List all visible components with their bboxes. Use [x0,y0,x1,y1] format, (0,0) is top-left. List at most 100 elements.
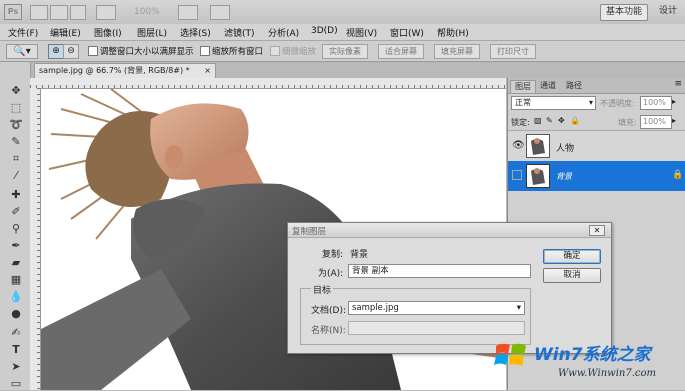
panel-tab-bar: 图层 通道 路径 ≡ [508,78,685,94]
close-icon[interactable]: ✕ [589,225,605,236]
blend-mode-select[interactable]: 正常 ▾ [511,96,596,110]
name-label: 名称(N): [311,326,346,336]
copy-value: 背景 [350,250,369,260]
tool-preset-picker[interactable]: 🔍▾ [6,44,38,59]
resize-windows-checkbox[interactable] [88,46,98,56]
photoshop-logo: Ps [4,4,22,20]
screen-mode-icon[interactable] [210,5,230,20]
menu-window[interactable]: 窗口(W) [390,26,424,39]
close-tab-icon[interactable]: × [204,64,211,78]
menu-select[interactable]: 选择(S) [180,26,211,39]
zoom-all-windows-checkbox[interactable] [200,46,210,56]
watermark: Win7系统之家 Www.Winwin7.com [488,334,685,390]
workspace-design-button[interactable]: 设计 [654,4,682,19]
arrange-documents-icon[interactable] [178,5,198,20]
layer-thumbnail [526,164,550,188]
gradient-tool-icon[interactable]: ▦ [9,273,23,287]
brush-tool-icon[interactable]: ✐ [9,205,23,219]
zoom-level[interactable]: 100% [134,7,160,17]
scrubby-zoom-checkbox[interactable] [270,46,280,56]
hand-icon[interactable] [70,5,86,20]
layer-name-input[interactable]: 背景 副本 [348,264,531,278]
document-select-value: sample.jpg [352,303,399,313]
application-bar: Ps 100% 基本功能 设计 [0,0,685,25]
fill-screen-button[interactable]: 填充屏幕 [434,44,480,59]
lock-icon: 🔒 [672,170,684,180]
tab-channels[interactable]: 通道 [536,80,560,92]
type-tool-icon[interactable]: T [9,343,23,357]
fill-input[interactable]: 100% [640,115,672,129]
lock-transparency-icon[interactable]: ▨ [534,116,542,125]
resize-windows-label: 调整窗口大小以满屏显示 [100,47,194,57]
options-bar: 🔍▾ ⊕ ⊖ 调整窗口大小以满屏显示 缩放所有窗口 细微缩放 实际像素 适合屏幕… [0,41,685,62]
move-tool-icon[interactable]: ✥ [9,84,23,98]
dialog-titlebar[interactable]: 复制图层 ✕ [288,223,611,238]
lock-pixels-icon[interactable]: ✎ [546,116,553,125]
menu-view[interactable]: 视图(V) [346,26,377,39]
opacity-arrow-icon[interactable]: ▸ [672,97,676,106]
blend-mode-value: 正常 [515,98,531,107]
menu-help[interactable]: 帮助(H) [437,26,469,39]
crop-tool-icon[interactable]: ⌗ [9,152,23,166]
bridge-icon[interactable] [30,5,48,20]
clone-stamp-tool-icon[interactable]: ⚲ [9,222,23,236]
vertical-ruler[interactable] [30,88,41,390]
watermark-url: Www.Winwin7.com [558,368,656,379]
menu-edit[interactable]: 编辑(E) [50,26,81,39]
zoom-in-icon[interactable]: ⊕ [48,44,64,59]
windows-logo-icon [494,343,526,366]
menu-analysis[interactable]: 分析(A) [268,26,299,39]
actual-pixels-button[interactable]: 实际像素 [322,44,368,59]
visibility-toggle[interactable] [512,170,522,180]
shape-tool-icon[interactable]: ▭ [9,377,23,391]
document-select[interactable]: sample.jpg ▾ [348,301,525,315]
opacity-input[interactable]: 100% [640,96,672,110]
panel-menu-icon[interactable]: ≡ [674,79,682,89]
pen-tool-icon[interactable]: ✍ [9,326,23,340]
document-label: 文档(D): [311,306,346,316]
lock-position-icon[interactable]: ✥ [558,116,565,125]
menu-layer[interactable]: 图层(L) [137,26,167,39]
mini-bridge-icon[interactable] [50,5,68,20]
blur-tool-icon[interactable]: 💧 [9,290,23,304]
layer-name[interactable]: 人物 [556,141,574,154]
layer-row[interactable]: 背景 🔒 [508,161,685,191]
horizontal-ruler[interactable] [30,78,506,89]
dodge-tool-icon[interactable]: ● [9,307,23,321]
eraser-tool-icon[interactable]: ▰ [9,256,23,270]
print-size-button[interactable]: 打印尺寸 [490,44,536,59]
fill-arrow-icon[interactable]: ▸ [672,116,676,125]
eyedropper-tool-icon[interactable]: ⁄ [9,169,23,183]
layer-name[interactable]: 背景 [556,171,572,182]
menu-3d[interactable]: 3D(D) [311,26,338,36]
tab-paths[interactable]: 路径 [562,80,586,92]
opacity-label: 不透明度: [600,99,635,108]
lock-all-icon[interactable]: 🔒 [570,116,580,125]
ok-button[interactable]: 确定 [543,249,601,264]
document-tab-label: sample.jpg @ 66.7% (背景, RGB/8#) * [39,66,190,75]
path-selection-tool-icon[interactable]: ➤ [9,360,23,374]
workspace-essentials-button[interactable]: 基本功能 [600,4,649,21]
lasso-tool-icon[interactable]: ➰ [9,118,23,132]
dialog-title: 复制图层 [292,227,327,237]
view-extras-icon[interactable] [96,5,116,20]
fill-label: 填充: [618,118,637,127]
chevron-down-icon: ▾ [516,303,521,313]
healing-brush-tool-icon[interactable]: ✚ [9,188,23,202]
name-input[interactable] [348,321,525,335]
layer-row[interactable]: 👁 人物 [508,130,685,162]
copy-label: 复制: [322,250,344,260]
menu-file[interactable]: 文件(F) [8,26,38,39]
marquee-tool-icon[interactable]: ⬚ [9,101,23,115]
menu-image[interactable]: 图像(I) [94,26,122,39]
eye-icon[interactable]: 👁 [512,140,525,151]
cancel-button[interactable]: 取消 [543,268,601,283]
history-brush-tool-icon[interactable]: ✒ [9,239,23,253]
menu-filter[interactable]: 滤镜(T) [224,26,255,39]
zoom-out-icon[interactable]: ⊖ [63,44,79,59]
tab-layers[interactable]: 图层 [510,80,536,93]
fit-screen-button[interactable]: 适合屏幕 [378,44,424,59]
quick-selection-tool-icon[interactable]: ✎ [9,135,23,149]
document-tab[interactable]: sample.jpg @ 66.7% (背景, RGB/8#) * × [34,63,216,78]
destination-label: 目标 [311,283,334,296]
